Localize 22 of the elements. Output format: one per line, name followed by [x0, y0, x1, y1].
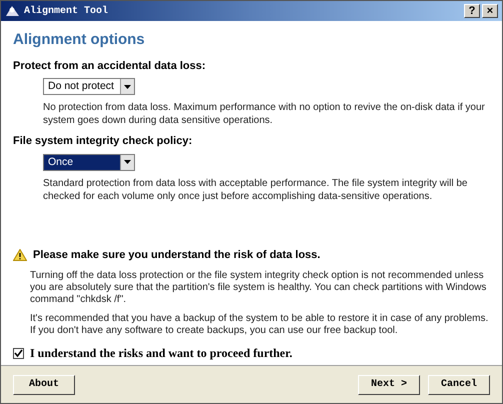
dropdown-value: Do not protect	[47, 79, 115, 94]
warning-title: Please make sure you understand the risk of data loss.	[33, 248, 320, 262]
checkbox[interactable]	[13, 348, 24, 358]
dialog-button[interactable]: Next >	[358, 374, 420, 394]
dialog-button[interactable]: About	[13, 374, 75, 394]
option-label: File system integrity check policy:	[13, 134, 194, 149]
window-title: Alignment Tool	[24, 4, 108, 18]
dropdown[interactable]: Do not protect	[43, 78, 135, 95]
option-label: Protect from an accidental data loss:	[13, 58, 207, 74]
close-button[interactable]: ×	[482, 4, 498, 18]
warning-text: It's recommended that you have a backup of the system to be able to restore it in case of any problems. If you don't have any software to create backups, you can use our free backup tool.	[30, 313, 490, 337]
warning-text: Turning off the data loss protection or the file system integrity check option is not recommended unless you are absolutely sure that the partition's file system is healthy. You can check partitions with Windows command "chkdsk /f".	[30, 270, 488, 306]
checkbox-label: I understand the risks and want to proceed further.	[30, 345, 292, 362]
warning-icon	[13, 248, 27, 261]
page-heading: Alignment options	[13, 30, 146, 50]
dropdown-value: Once	[44, 154, 120, 170]
dialog-button[interactable]: Cancel	[428, 374, 490, 394]
dropdown[interactable]: Once	[43, 154, 135, 170]
help-button[interactable]: ?	[464, 4, 480, 18]
option-description: Standard protection from data loss with acceptable performance. The file system integrity will be checked for each volume only once just before accomplishing data-sensitive operations.	[43, 176, 468, 202]
option-description: No protection from data loss. Maximum performance with no option to revive the on-disk data if your system goes down during data sensitive operations.	[43, 101, 486, 127]
app-icon	[5, 4, 20, 18]
